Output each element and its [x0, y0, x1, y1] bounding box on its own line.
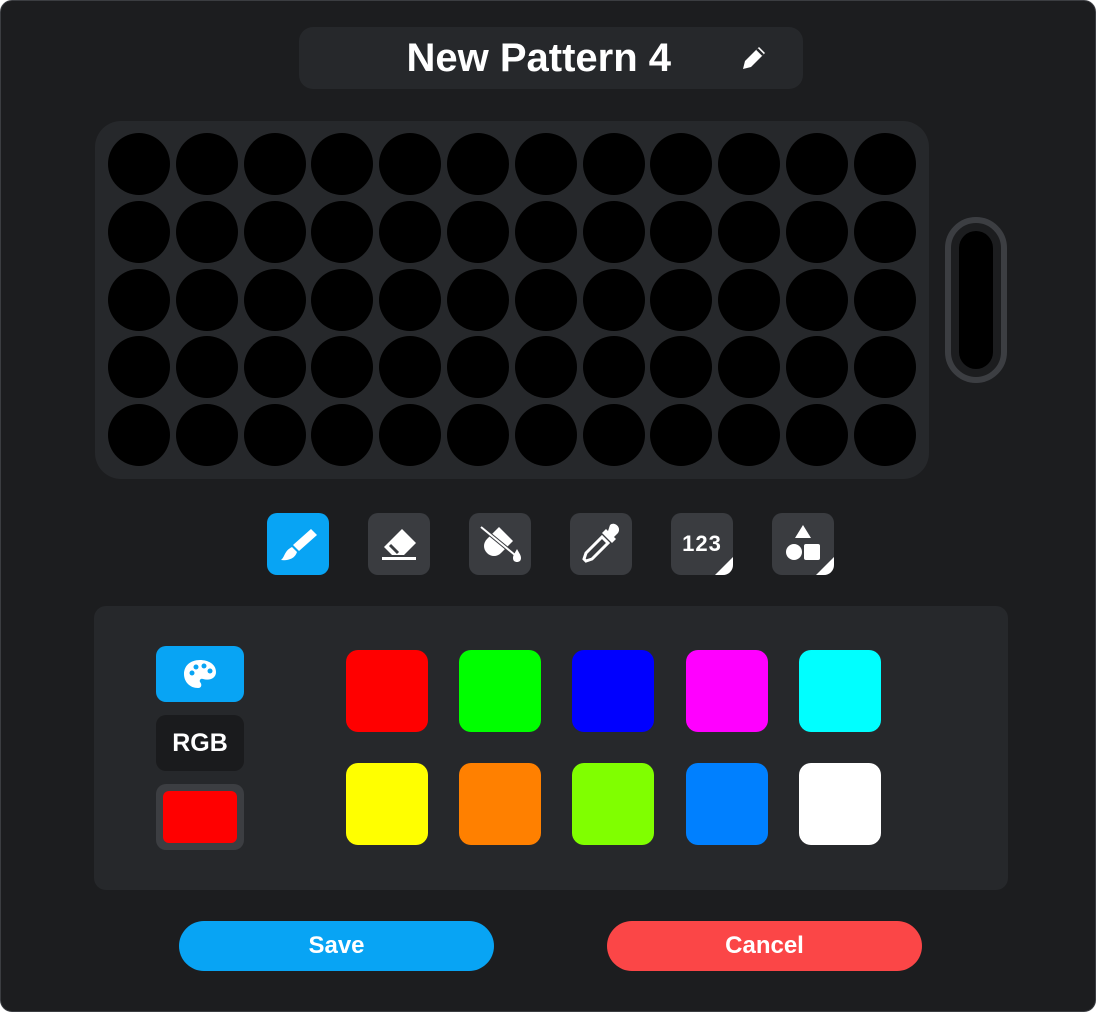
led-cell[interactable]	[379, 336, 442, 399]
current-color-button[interactable]	[156, 784, 244, 850]
pattern-title: New Pattern 4	[406, 36, 671, 80]
eraser-tool[interactable]	[368, 513, 430, 575]
brush-tool[interactable]	[267, 513, 329, 575]
led-cell[interactable]	[243, 133, 306, 195]
color-swatch[interactable]	[686, 763, 768, 845]
led-cell[interactable]	[311, 336, 374, 399]
led-cell[interactable]	[853, 404, 916, 467]
led-cell[interactable]	[650, 336, 713, 399]
led-cell[interactable]	[175, 133, 238, 195]
led-cell[interactable]	[582, 133, 645, 195]
pattern-editor-dialog: New Pattern 4 123 RGB Save Cancel	[0, 0, 1096, 1012]
led-cell[interactable]	[108, 133, 170, 195]
led-cell[interactable]	[853, 268, 916, 331]
color-swatch[interactable]	[572, 650, 654, 732]
scroll-handle[interactable]	[945, 217, 1007, 383]
palette-mode-button[interactable]	[156, 646, 244, 702]
paint-bucket-icon	[479, 525, 521, 562]
led-cell[interactable]	[582, 268, 645, 331]
brush-icon	[281, 529, 317, 561]
led-cell[interactable]	[786, 336, 848, 399]
led-cell[interactable]	[243, 200, 306, 263]
led-cell[interactable]	[175, 404, 238, 467]
led-cell[interactable]	[175, 200, 238, 263]
led-cell[interactable]	[243, 336, 306, 399]
led-cell[interactable]	[311, 268, 374, 331]
led-cell[interactable]	[718, 133, 781, 195]
pencil-icon[interactable]	[737, 41, 771, 75]
led-cell[interactable]	[447, 133, 509, 195]
eyedropper-tool[interactable]	[570, 513, 632, 575]
color-swatch[interactable]	[346, 650, 428, 732]
color-palette-panel: RGB	[94, 606, 1008, 890]
eyedropper-icon	[582, 523, 620, 563]
led-cell[interactable]	[786, 133, 848, 195]
led-cell[interactable]	[718, 268, 781, 331]
led-cell[interactable]	[311, 133, 374, 195]
led-cell[interactable]	[853, 200, 916, 263]
led-cell[interactable]	[447, 404, 509, 467]
led-cell[interactable]	[650, 200, 713, 263]
led-cell[interactable]	[379, 133, 442, 195]
led-cell[interactable]	[786, 404, 848, 467]
color-swatch[interactable]	[572, 763, 654, 845]
led-cell[interactable]	[514, 268, 577, 331]
led-cell[interactable]	[379, 268, 442, 331]
title-bar: New Pattern 4	[299, 27, 803, 89]
corner-indicator	[715, 557, 733, 575]
eraser-icon	[382, 529, 416, 560]
led-cell[interactable]	[718, 404, 781, 467]
save-button[interactable]: Save	[179, 921, 494, 971]
led-cell[interactable]	[447, 268, 509, 331]
led-cell[interactable]	[853, 336, 916, 399]
led-cell[interactable]	[853, 133, 916, 195]
led-cell[interactable]	[514, 200, 577, 263]
led-cell[interactable]	[582, 336, 645, 399]
fill-tool[interactable]	[469, 513, 531, 575]
led-cell[interactable]	[650, 133, 713, 195]
led-cell[interactable]	[175, 336, 238, 399]
led-cell[interactable]	[514, 336, 577, 399]
led-cell[interactable]	[108, 200, 170, 263]
led-cell[interactable]	[718, 336, 781, 399]
shapes-tool[interactable]	[772, 513, 834, 575]
rgb-mode-button[interactable]: RGB	[156, 715, 244, 771]
current-color-swatch	[163, 791, 237, 843]
led-cell[interactable]	[108, 336, 170, 399]
led-cell[interactable]	[447, 336, 509, 399]
led-cell[interactable]	[311, 200, 374, 263]
led-cell[interactable]	[786, 200, 848, 263]
led-cell[interactable]	[108, 404, 170, 467]
led-grid	[95, 121, 929, 479]
led-cell[interactable]	[582, 200, 645, 263]
led-cell[interactable]	[514, 404, 577, 467]
led-cell[interactable]	[108, 268, 170, 331]
led-cell[interactable]	[379, 200, 442, 263]
led-cell[interactable]	[175, 268, 238, 331]
scroll-handle-track	[959, 231, 993, 369]
led-cell[interactable]	[718, 200, 781, 263]
color-swatch[interactable]	[459, 650, 541, 732]
led-cell[interactable]	[582, 404, 645, 467]
number-tool[interactable]: 123	[671, 513, 733, 575]
led-cell[interactable]	[650, 404, 713, 467]
color-swatch[interactable]	[686, 650, 768, 732]
cancel-button[interactable]: Cancel	[607, 921, 922, 971]
led-cell[interactable]	[447, 200, 509, 263]
led-cell[interactable]	[243, 404, 306, 467]
color-swatch[interactable]	[346, 763, 428, 845]
corner-indicator	[816, 557, 834, 575]
palette-icon	[184, 660, 216, 688]
led-cell[interactable]	[514, 133, 577, 195]
color-swatch[interactable]	[799, 650, 881, 732]
led-cell[interactable]	[311, 404, 374, 467]
led-cell[interactable]	[786, 268, 848, 331]
color-swatch[interactable]	[799, 763, 881, 845]
led-cell[interactable]	[650, 268, 713, 331]
led-cell[interactable]	[379, 404, 442, 467]
color-swatch[interactable]	[459, 763, 541, 845]
led-cell[interactable]	[243, 268, 306, 331]
